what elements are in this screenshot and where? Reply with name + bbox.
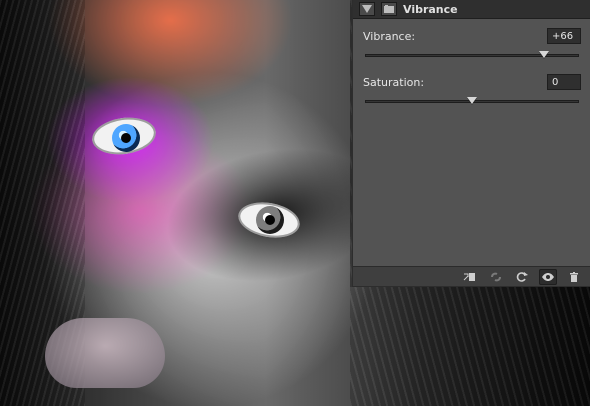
delete-icon[interactable] [565,269,583,285]
view-previous-state-icon[interactable] [487,269,505,285]
panel-title: Vibrance [403,2,458,16]
saturation-row: Saturation: 0 [363,73,581,91]
vibrance-slider[interactable] [363,47,581,63]
left-pupil [121,133,131,143]
clip-to-layer-icon[interactable] [461,269,479,285]
lips [45,318,165,388]
saturation-label: Saturation: [363,75,425,89]
saturation-slider[interactable] [363,93,581,109]
saturation-value-field[interactable]: 0 [547,74,581,90]
vibrance-value-field[interactable]: +66 [547,28,581,44]
reset-icon[interactable] [513,269,531,285]
saturation-thumb[interactable] [467,97,477,104]
photoshop-canvas: Vibrance Vibrance: +66 Saturation: 0 [0,0,590,406]
properties-panel: Vibrance Vibrance: +66 Saturation: 0 [352,0,590,287]
properties-footer [353,266,590,286]
vibrance-thumb[interactable] [539,51,549,58]
adjustment-icon[interactable] [359,2,375,16]
vibrance-row: Vibrance: +66 [363,27,581,45]
toggle-visibility-icon[interactable] [539,268,557,285]
properties-content: Vibrance: +66 Saturation: 0 [353,19,590,109]
properties-header: Vibrance [353,0,590,19]
right-pupil [265,215,275,225]
mask-icon[interactable] [381,2,397,16]
vibrance-label: Vibrance: [363,29,416,43]
